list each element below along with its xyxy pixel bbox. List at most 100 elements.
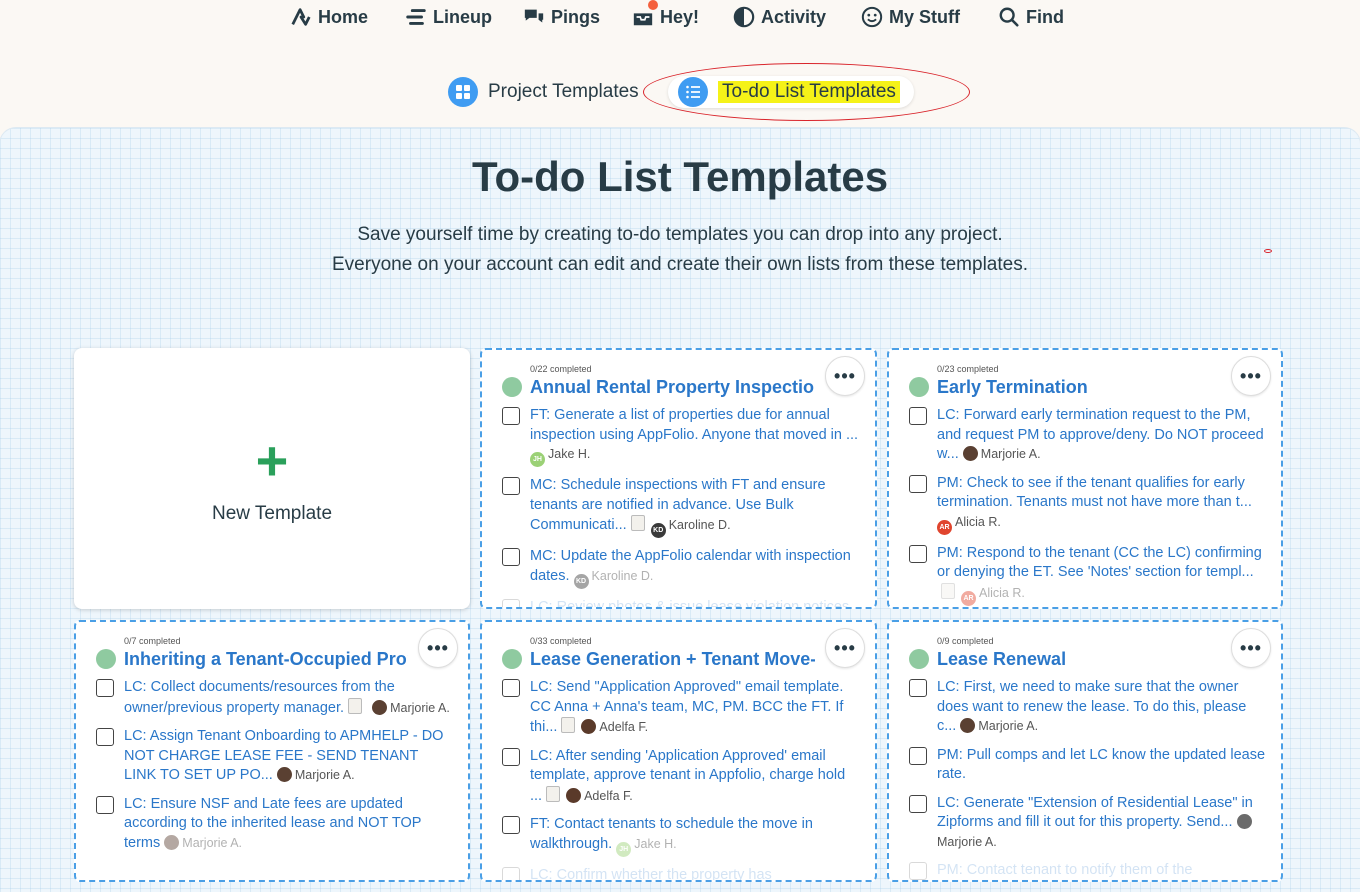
template-title[interactable]: Lease Generation + Tenant Move-in <box>530 649 815 670</box>
new-template-card[interactable]: + New Template <box>74 348 470 609</box>
template-card[interactable]: 0/33 completed Lease Generation + Tenant… <box>480 620 877 882</box>
todo-checkbox[interactable] <box>96 728 114 746</box>
nav-activity[interactable]: Activity <box>733 6 826 28</box>
todo-item: LC: Forward early termination request to… <box>909 406 1267 465</box>
completion-count: 0/33 completed <box>530 636 592 646</box>
todo-item: LC: Confirm whether the property has <box>502 866 861 881</box>
todo-item: PM: Contact tenant to notify them of the <box>909 861 1267 880</box>
todo-text[interactable]: PM: Pull comps and let LC know the updat… <box>937 747 1265 783</box>
todo-checkbox[interactable] <box>909 746 927 765</box>
todo-checkbox[interactable] <box>909 407 927 425</box>
todo-item: PM: Check to see if the tenant qualifies… <box>909 474 1267 535</box>
avatar: JH <box>530 452 545 467</box>
assignee: JH Jake H. <box>530 447 590 467</box>
todo-item: LC: Collect documents/resources from the… <box>96 678 454 718</box>
tab-todo-list-templates[interactable]: To-do List Templates <box>668 76 914 108</box>
more-options-button[interactable]: ••• <box>1231 628 1271 668</box>
nav-mystuff[interactable]: My Stuff <box>861 6 960 28</box>
status-dot <box>502 377 522 397</box>
avatar: KD <box>650 523 666 538</box>
todo-item: LC: Review photos & issue lease violatio… <box>502 598 861 608</box>
nav-pings-label: Pings <box>551 6 601 27</box>
todo-checkbox[interactable] <box>502 548 520 566</box>
template-card[interactable]: 0/22 completed Annual Rental Property In… <box>480 348 877 609</box>
assignee: Adelfa F. <box>566 787 633 803</box>
templates-panel: To-do List Templates Save yourself time … <box>0 128 1360 892</box>
assignee: Marjorie A. <box>962 446 1041 461</box>
todo-checkbox[interactable] <box>502 747 520 766</box>
todo-text[interactable]: LC: Send "Application Approved" email te… <box>530 679 843 735</box>
todo-item: FT: Generate a list of properties due fo… <box>502 406 861 467</box>
assignee-name: Marjorie A. <box>978 719 1039 733</box>
todo-text[interactable]: LC: Review photos & issue lease violatio… <box>530 599 849 608</box>
page-title: To-do List Templates <box>471 153 889 200</box>
assignee-name: Adelfa F. <box>599 720 649 734</box>
todo-text[interactable]: LC: Confirm whether the property has <box>530 867 772 881</box>
todo-checkbox[interactable] <box>502 679 520 697</box>
todo-checkbox[interactable] <box>909 679 927 697</box>
status-dot <box>502 649 522 669</box>
template-title[interactable]: Lease Renewal <box>937 649 1221 670</box>
more-options-button[interactable]: ••• <box>825 356 865 396</box>
completion-count: 0/9 completed <box>937 636 994 646</box>
todo-checkbox[interactable] <box>502 866 520 880</box>
nav-pings[interactable]: Pings <box>523 6 600 28</box>
template-card[interactable]: 0/7 completed Inheriting a Tenant-Occupi… <box>74 620 470 882</box>
todo-checkbox[interactable] <box>96 679 114 697</box>
avatar <box>372 699 388 715</box>
todo-checkbox[interactable] <box>502 598 520 607</box>
assignee-name: Karoline D. <box>668 518 731 532</box>
nav-home-label: Home <box>318 6 369 27</box>
template-card[interactable]: 0/9 completed Lease Renewal ••• LC: Firs… <box>887 620 1283 882</box>
todo-checkbox[interactable] <box>909 794 927 813</box>
nav-lineup[interactable]: Lineup <box>405 6 492 28</box>
template-card[interactable]: 0/23 completed Early Termination ••• LC:… <box>887 348 1283 609</box>
todo-text[interactable]: PM: Contact tenant to notify them of the <box>937 862 1193 878</box>
todo-checkbox[interactable] <box>502 816 520 834</box>
todo-list: LC: Send "Application Approved" email te… <box>502 678 861 881</box>
todo-checkbox[interactable] <box>909 474 927 493</box>
completion-count: 0/22 completed <box>530 364 592 374</box>
todo-checkbox[interactable] <box>502 477 520 495</box>
note-icon <box>348 697 363 714</box>
todo-item: PM: Pull comps and let LC know the updat… <box>909 746 1267 785</box>
template-title[interactable]: Annual Rental Property Inspection <box>530 377 815 398</box>
todo-item: PM: Respond to the tenant (CC the LC) co… <box>909 544 1267 606</box>
todo-text[interactable]: LC: Generate "Extension of Residential L… <box>937 795 1253 831</box>
todo-checkbox[interactable] <box>502 407 520 425</box>
assignee: Marjorie A. <box>960 718 1039 733</box>
assignee-name: Marjorie A. <box>980 447 1041 461</box>
assignee: Marjorie A. <box>372 699 450 715</box>
template-title[interactable]: Early Termination <box>937 377 1221 398</box>
tab-project-templates[interactable]: Project Templates <box>448 76 639 108</box>
grid-icon <box>448 77 478 107</box>
avatar <box>581 719 597 734</box>
tab-project-templates-label: Project Templates <box>488 81 639 102</box>
more-options-button[interactable]: ••• <box>1231 356 1271 396</box>
template-title[interactable]: Inheriting a Tenant-Occupied Property <box>124 649 408 670</box>
nav-mystuff-label: My Stuff <box>889 6 960 27</box>
assignee: AR Alicia R. <box>961 586 1025 606</box>
nav-find[interactable]: Find <box>998 6 1064 28</box>
avatar: AR <box>937 519 952 535</box>
note-icon <box>941 582 955 599</box>
pings-icon <box>524 9 544 23</box>
annotation-mark <box>1264 249 1272 253</box>
status-dot <box>909 649 929 669</box>
assignee-name: Adelfa F. <box>584 788 633 803</box>
more-options-button[interactable]: ••• <box>418 628 458 668</box>
todo-checkbox[interactable] <box>909 862 927 880</box>
note-icon <box>630 515 645 531</box>
more-options-button[interactable]: ••• <box>825 628 865 668</box>
tab-todo-list-templates-label: To-do List Templates <box>718 81 900 103</box>
nav-hey[interactable]: Hey! <box>632 0 699 28</box>
todo-item: FT: Contact tenants to schedule the move… <box>502 815 861 857</box>
todo-text[interactable]: PM: Respond to the tenant (CC the LC) co… <box>937 545 1262 581</box>
todo-text[interactable]: PM: Check to see if the tenant qualifies… <box>937 475 1252 511</box>
todo-checkbox[interactable] <box>96 795 114 814</box>
nav-lineup-label: Lineup <box>433 6 492 27</box>
nav-home[interactable]: Home <box>290 6 368 28</box>
assignee: Marjorie A. <box>164 834 242 850</box>
todo-checkbox[interactable] <box>909 544 927 563</box>
todo-text[interactable]: FT: Generate a list of properties due fo… <box>530 407 858 443</box>
